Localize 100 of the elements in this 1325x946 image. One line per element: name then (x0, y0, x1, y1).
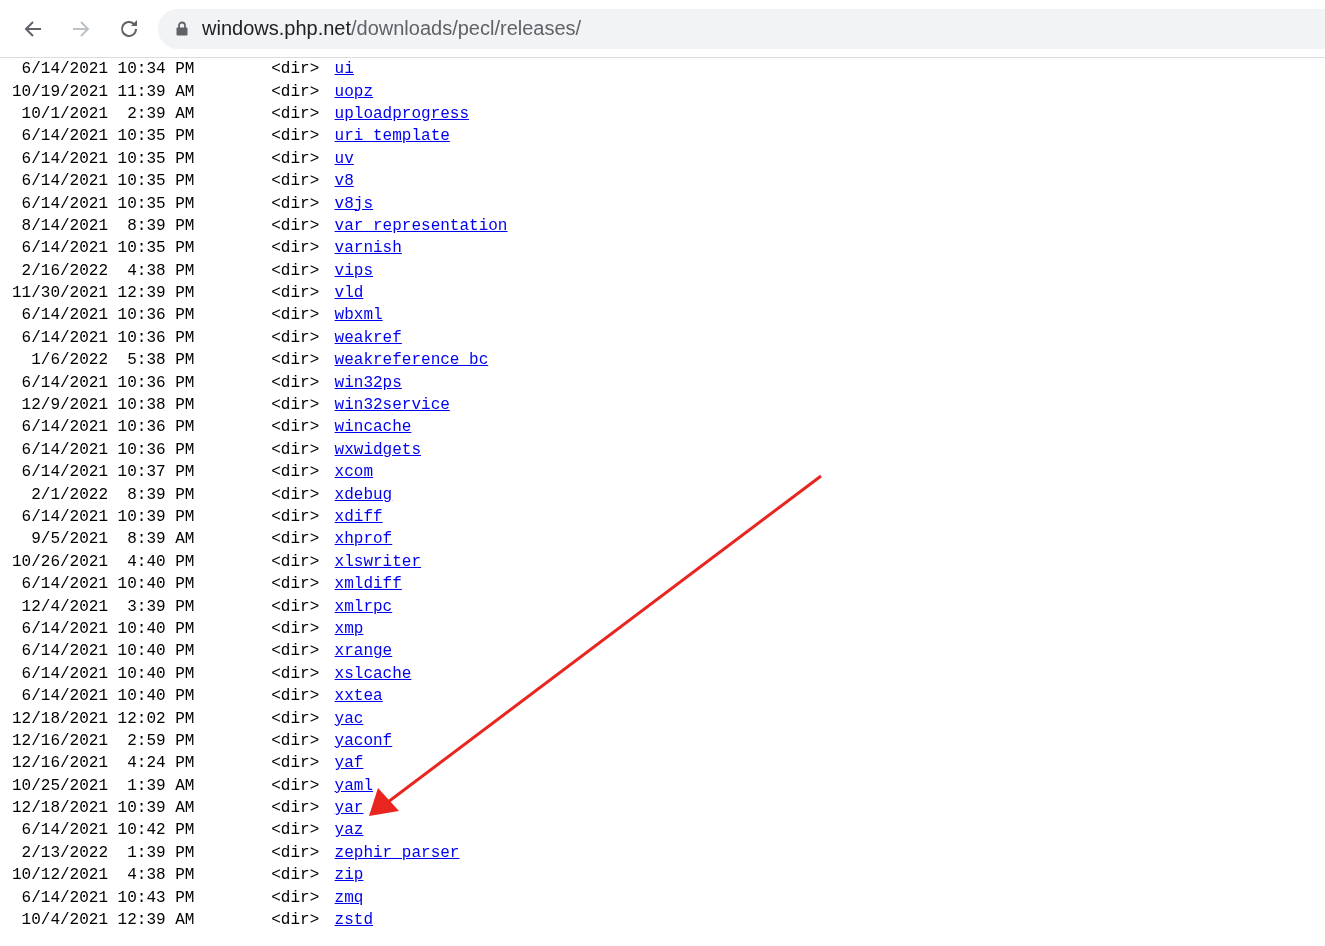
folder-link[interactable]: xmldiff (334, 575, 402, 594)
entry-type-text: <dir> (271, 754, 320, 773)
folder-link[interactable]: xcom (334, 463, 373, 482)
entry-type-text: <dir> (271, 552, 320, 571)
folder-link[interactable]: wbxml (334, 306, 383, 325)
folder-link[interactable]: weakref (334, 328, 402, 347)
entry-type-text: <dir> (271, 821, 320, 840)
time-text: 2:39 AM (126, 104, 195, 123)
entry-type-text: <dir> (271, 485, 320, 504)
time-text: 10:43 PM (116, 888, 195, 907)
entry-type-text: <dir> (271, 194, 320, 213)
folder-link[interactable]: xmp (334, 619, 364, 638)
folder-link[interactable]: xrange (334, 642, 393, 661)
time-text: 10:36 PM (116, 373, 195, 392)
folder-link[interactable]: zip (334, 866, 364, 885)
date-text: 6/14/2021 (20, 619, 108, 638)
folder-link[interactable]: xdiff (334, 508, 383, 526)
entry-type-text: <dir> (271, 799, 320, 818)
date-text: 6/14/2021 (20, 508, 108, 526)
time-text: 10:39 PM (116, 508, 195, 526)
date-text: 6/14/2021 (20, 687, 108, 706)
date-text: 12/4/2021 (20, 597, 108, 616)
date-text: 12/16/2021 (12, 754, 108, 773)
folder-link[interactable]: yaf (334, 754, 364, 773)
time-text: 10:36 PM (116, 306, 195, 325)
time-text: 10:35 PM (116, 172, 195, 191)
time-text: 10:35 PM (116, 149, 195, 168)
date-text: 10/12/2021 (12, 866, 108, 885)
entry-type-text: <dir> (271, 508, 320, 526)
folder-link[interactable]: v8 (334, 172, 354, 191)
folder-link[interactable]: xlswriter (334, 552, 422, 571)
folder-link[interactable]: v8js (334, 194, 373, 213)
folder-link[interactable]: yaz (334, 821, 364, 840)
folder-link[interactable]: xxtea (334, 687, 383, 706)
date-text: 6/14/2021 (20, 440, 108, 459)
folder-link[interactable]: yar (334, 799, 364, 818)
folder-link[interactable]: zmq (334, 888, 364, 907)
entry-type-text: <dir> (271, 373, 320, 392)
date-text: 10/19/2021 (12, 82, 108, 101)
entry-type-text: <dir> (271, 418, 320, 437)
time-text: 10:36 PM (116, 328, 195, 347)
date-text: 6/14/2021 (20, 60, 108, 79)
folder-link[interactable]: win32ps (334, 373, 402, 392)
time-text: 10:36 PM (116, 418, 195, 437)
time-text: 1:39 AM (126, 776, 195, 795)
time-text: 4:38 PM (126, 866, 195, 885)
time-text: 12:39 PM (116, 284, 195, 303)
folder-link[interactable]: uri_template (334, 127, 450, 146)
folder-link[interactable]: ui (334, 60, 354, 79)
folder-link[interactable]: zephir_parser (334, 843, 460, 862)
folder-link[interactable]: vips (334, 261, 373, 280)
folder-link[interactable]: var_representation (334, 216, 508, 235)
folder-link[interactable]: win32service (334, 396, 450, 415)
time-text: 10:40 PM (116, 664, 195, 683)
entry-type-text: <dir> (271, 866, 320, 885)
time-text: 8:39 PM (126, 485, 195, 504)
entry-type-text: <dir> (271, 261, 320, 280)
entry-type-text: <dir> (271, 216, 320, 235)
time-text: 10:40 PM (116, 642, 195, 661)
entry-type-text: <dir> (271, 127, 320, 146)
folder-link[interactable]: uv (334, 149, 354, 168)
folder-link[interactable]: varnish (334, 239, 402, 258)
time-text: 10:40 PM (116, 619, 195, 638)
entry-type-text: <dir> (271, 104, 320, 123)
entry-type-text: <dir> (271, 463, 320, 482)
time-text: 10:34 PM (116, 60, 195, 79)
folder-link[interactable]: weakreference_bc (334, 351, 489, 370)
time-text: 12:39 AM (116, 911, 195, 930)
folder-link[interactable]: wxwidgets (334, 440, 422, 459)
folder-link[interactable]: xslcache (334, 664, 412, 683)
date-text: 9/5/2021 (30, 530, 108, 549)
folder-link[interactable]: yaconf (334, 731, 393, 750)
folder-link[interactable]: uopz (334, 82, 373, 101)
date-text: 6/14/2021 (20, 821, 108, 840)
folder-link[interactable]: xdebug (334, 485, 393, 504)
entry-type-text: <dir> (271, 888, 320, 907)
date-text: 12/18/2021 (12, 709, 108, 728)
entry-type-text: <dir> (271, 60, 320, 79)
entry-type-text: <dir> (271, 239, 320, 258)
date-text: 8/14/2021 (20, 216, 108, 235)
folder-link[interactable]: vld (334, 284, 364, 303)
folder-link[interactable]: uploadprogress (334, 104, 470, 123)
folder-link[interactable]: yaml (334, 776, 373, 795)
date-text: 6/14/2021 (20, 328, 108, 347)
date-text: 6/14/2021 (20, 642, 108, 661)
date-text: 1/6/2022 (30, 351, 108, 370)
address-bar[interactable]: windows.php.net/downloads/pecl/releases/ (158, 8, 1325, 49)
folder-link[interactable]: yac (334, 709, 364, 728)
time-text: 5:38 PM (126, 351, 195, 370)
entry-type-text: <dir> (271, 82, 320, 101)
folder-link[interactable]: wincache (334, 418, 412, 437)
entry-type-text: <dir> (271, 351, 320, 370)
folder-link[interactable]: zstd (334, 911, 373, 930)
date-text: 6/14/2021 (20, 373, 108, 392)
entry-type-text: <dir> (271, 306, 320, 325)
date-text: 11/30/2021 (12, 284, 108, 303)
time-text: 1:39 PM (126, 843, 195, 862)
folder-link[interactable]: xhprof (334, 530, 393, 549)
folder-link[interactable]: xmlrpc (334, 597, 393, 616)
entry-type-text: <dir> (271, 776, 320, 795)
